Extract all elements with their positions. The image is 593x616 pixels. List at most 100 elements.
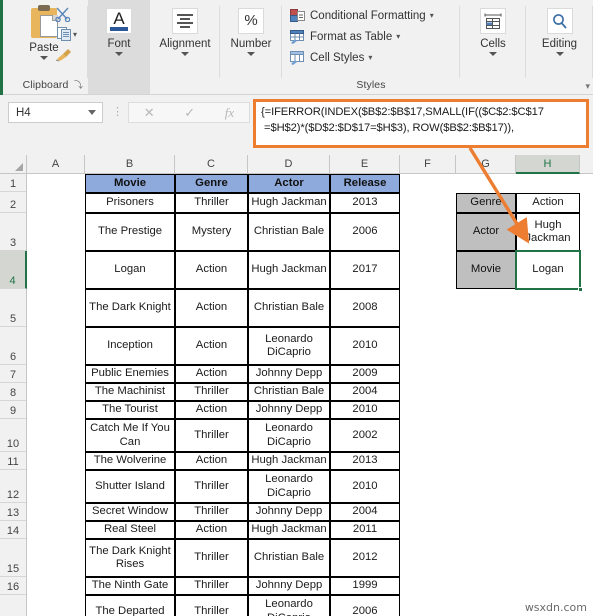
table-cell-genre[interactable]: Thriller [175,470,248,503]
number-dropdown-caret[interactable] [247,52,255,56]
column-header-c[interactable]: C [175,155,248,173]
table-cell-actor[interactable]: Christian Bale [248,213,330,251]
row-header-12[interactable]: 12 [0,470,26,503]
row-header-7[interactable]: 7 [0,365,26,383]
table-cell-movie[interactable]: The Machinist [85,383,175,401]
table-cell-movie[interactable]: The Dark Knight Rises [85,539,175,577]
table-cell-actor[interactable]: Christian Bale [248,383,330,401]
table-cell-movie[interactable]: Catch Me If You Can [85,419,175,452]
selected-cell-h4[interactable]: Logan [515,250,581,290]
name-box[interactable]: H4 [8,102,103,123]
name-box-caret-icon[interactable] [88,110,96,115]
conditional-formatting-button[interactable]: Conditional Formatting ▾ [290,5,434,26]
table-cell-genre[interactable]: Mystery [175,213,248,251]
table-cell-release[interactable]: 2008 [330,289,400,327]
table-cell-genre[interactable]: Action [175,251,248,289]
row-header-14[interactable]: 14 [0,521,26,539]
table-cell-genre[interactable]: Action [175,452,248,470]
cell-styles-caret[interactable]: ▾ [368,53,372,62]
table-cell-release[interactable]: 2004 [330,383,400,401]
column-header-e[interactable]: E [330,155,400,173]
fill-handle[interactable] [578,287,583,292]
table-cell-genre[interactable]: Action [175,327,248,365]
row-header-17[interactable] [0,595,26,616]
row-header-9[interactable]: 9 [0,401,26,419]
row-header-8[interactable]: 8 [0,383,26,401]
format-as-table-caret[interactable]: ▾ [396,32,400,41]
format-as-table-button[interactable]: Format as Table ▾ [290,26,400,47]
table-cell-movie[interactable]: Real Steel [85,521,175,539]
table-cell-release[interactable]: 2013 [330,193,400,213]
row-header-10[interactable]: 10 [0,419,26,452]
table-cell-genre[interactable]: Thriller [175,419,248,452]
table-cell-genre[interactable]: Thriller [175,595,248,616]
alignment-button[interactable]: Alignment [150,8,220,56]
column-header-f[interactable]: F [400,155,456,173]
row-header-13[interactable]: 13 [0,503,26,521]
table-cell-movie[interactable]: The Departed [85,595,175,616]
table-cell-release[interactable]: 2010 [330,327,400,365]
table-cell-actor[interactable]: Leonardo DiCaprio [248,327,330,365]
table-cell-genre[interactable]: Action [175,289,248,327]
table-cell-release[interactable]: 1999 [330,577,400,595]
table-cell-actor[interactable]: Johnny Depp [248,365,330,383]
table-cell-movie[interactable]: The Tourist [85,401,175,419]
table-cell-movie[interactable]: Secret Window [85,503,175,521]
copy-icon[interactable] [57,27,72,46]
result-value-genre[interactable]: Action [516,193,580,213]
table-cell-actor[interactable]: Leonardo DiCaprio [248,470,330,503]
table-cell-release[interactable]: 2002 [330,419,400,452]
table-cell-actor[interactable]: Hugh Jackman [248,251,330,289]
row-header-1[interactable]: 1 [0,174,26,192]
table-cell-release[interactable]: 2010 [330,470,400,503]
table-cell-release[interactable]: 2006 [330,213,400,251]
table-cell-genre[interactable]: Action [175,365,248,383]
table-cell-actor[interactable]: Christian Bale [248,289,330,327]
table-cell-actor[interactable]: Leonardo DiCaprio [248,595,330,616]
table-cell-actor[interactable]: Christian Bale [248,539,330,577]
row-header-3[interactable]: 3 [0,213,26,251]
table-cell-movie[interactable]: Inception [85,327,175,365]
table-cell-actor[interactable]: Hugh Jackman [248,193,330,213]
table-cell-movie[interactable]: Public Enemies [85,365,175,383]
table-cell-release[interactable]: 2009 [330,365,400,383]
table-cell-genre[interactable]: Thriller [175,539,248,577]
table-cell-genre[interactable]: Thriller [175,193,248,213]
column-header-h[interactable]: H [516,155,580,174]
confirm-formula-icon[interactable]: ✓ [184,105,195,121]
row-header-11[interactable]: 11 [0,452,26,470]
table-cell-actor[interactable]: Hugh Jackman [248,452,330,470]
row-header-15[interactable]: 15 [0,539,26,577]
table-cell-release[interactable]: 2006 [330,595,400,616]
table-cell-release[interactable]: 2010 [330,401,400,419]
table-cell-release[interactable]: 2017 [330,251,400,289]
editing-button[interactable]: Editing [526,8,593,56]
table-cell-movie[interactable]: Logan [85,251,175,289]
table-cell-actor[interactable]: Leonardo DiCaprio [248,419,330,452]
table-cell-genre[interactable]: Action [175,401,248,419]
table-cell-release[interactable]: 2013 [330,452,400,470]
table-cell-genre[interactable]: Action [175,521,248,539]
font-button[interactable]: A Font [88,8,150,56]
conditional-formatting-caret[interactable]: ▾ [430,11,434,20]
copy-dropdown-caret[interactable]: ▾ [73,30,77,39]
insert-function-icon[interactable]: fx [225,105,234,121]
table-cell-movie[interactable]: The Wolverine [85,452,175,470]
table-cell-movie[interactable]: Shutter Island [85,470,175,503]
column-header-i[interactable] [580,155,593,173]
formula-input[interactable]: {=IFERROR(INDEX($B$2:$B$17,SMALL(IF(($C$… [253,99,589,148]
ribbon-group-font[interactable]: A Font [88,0,150,94]
column-header-g[interactable]: G [456,155,516,173]
row-header-4[interactable]: 4 [0,251,27,289]
table-cell-release[interactable]: 2012 [330,539,400,577]
column-header-a[interactable]: A [27,155,85,173]
column-header-d[interactable]: D [248,155,330,173]
table-cell-movie[interactable]: Prisoners [85,193,175,213]
column-header-b[interactable]: B [85,155,175,173]
table-cell-actor[interactable]: Hugh Jackman [248,521,330,539]
table-cell-release[interactable]: 2004 [330,503,400,521]
table-cell-genre[interactable]: Thriller [175,503,248,521]
row-header-16[interactable]: 16 [0,577,26,595]
format-painter-icon[interactable] [55,48,73,67]
paste-dropdown-caret[interactable] [40,56,48,60]
